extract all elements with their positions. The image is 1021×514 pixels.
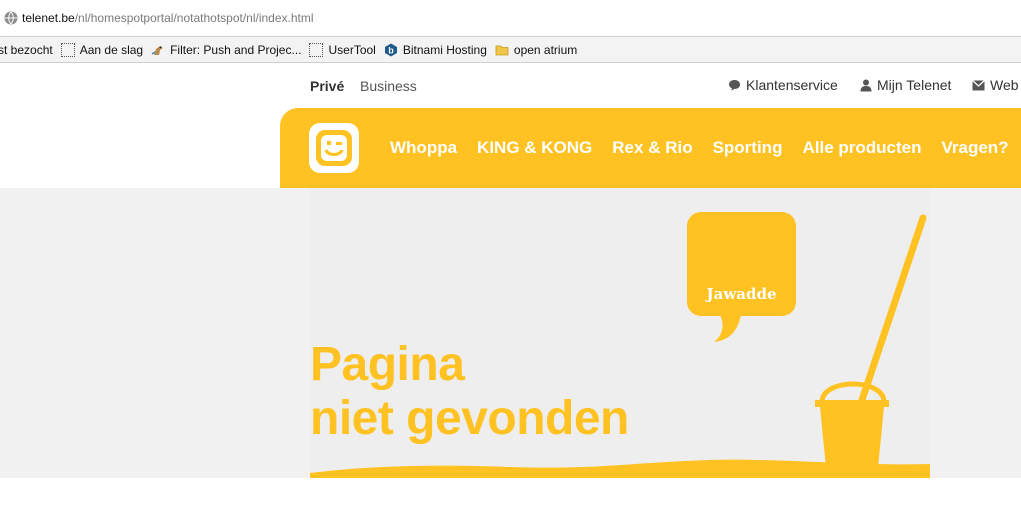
- user-icon: [860, 79, 872, 91]
- hero-panel: Jawadde Pagina niet gevonden: [310, 188, 930, 478]
- bookmark-most-visited[interactable]: st bezocht: [0, 43, 53, 57]
- nav-king-kong[interactable]: KING & KONG: [477, 138, 592, 158]
- svg-text:b: b: [388, 45, 394, 55]
- chat-bubble-icon: [729, 80, 740, 91]
- address-bar: telenet.be/nl/homespotportal/notathotspo…: [0, 0, 1021, 37]
- bitnami-icon: b: [384, 43, 397, 56]
- top-nav: Privé Business Klantenservice Mijn Telen…: [0, 63, 1021, 108]
- nav-rex-rio[interactable]: Rex & Rio: [612, 138, 692, 158]
- bookmark-usertool[interactable]: UserTool: [309, 42, 376, 57]
- mail-icon: [972, 79, 985, 90]
- webmail-label: Web: [990, 77, 1019, 93]
- main-nav-links: Whoppa KING & KONG Rex & Rio Sporting Al…: [390, 138, 1021, 158]
- klantenservice-label: Klantenservice: [746, 77, 838, 93]
- mijn-telenet-label: Mijn Telenet: [877, 77, 952, 93]
- mijn-telenet-link[interactable]: Mijn Telenet: [860, 77, 951, 93]
- dotted-page-icon: [309, 42, 324, 57]
- winking-face-logo-icon: [316, 130, 352, 166]
- url-host: telenet.be: [22, 11, 75, 25]
- nav-sporting[interactable]: Sporting: [713, 138, 783, 158]
- nav-whoppa[interactable]: Whoppa: [390, 138, 457, 158]
- bookmark-aan-de-slag[interactable]: Aan de slag: [60, 42, 144, 57]
- bookmark-bitnami[interactable]: b Bitnami Hosting: [384, 43, 487, 57]
- telenet-logo[interactable]: [309, 123, 359, 173]
- url-path: /nl/homespotportal/notathotspot/nl/index…: [74, 11, 314, 25]
- page-title: Pagina niet gevonden: [310, 338, 629, 446]
- folder-icon: [495, 45, 509, 55]
- bookmark-label: Filter: Push and Projec...: [170, 42, 302, 57]
- bookmarks-bar: st bezocht Aan de slag Filter: Push and …: [0, 37, 1021, 63]
- page-title-line2: niet gevonden: [310, 392, 629, 445]
- webmail-link[interactable]: Web: [972, 77, 1019, 93]
- nav-alle-producten[interactable]: Alle producten: [802, 138, 921, 158]
- bookmark-label: st bezocht: [0, 42, 53, 57]
- globe-icon: [4, 11, 18, 25]
- nav-vragen[interactable]: Vragen?: [941, 138, 1008, 158]
- bookmark-label: Bitnami Hosting: [402, 42, 487, 57]
- dotted-page-icon: [60, 42, 75, 57]
- segment-prive[interactable]: Privé: [310, 78, 344, 94]
- bird-icon: [151, 45, 164, 55]
- bookmark-label: Aan de slag: [79, 42, 144, 57]
- bookmark-label: open atrium: [513, 42, 578, 57]
- bookmark-open-atrium[interactable]: open atrium: [495, 43, 577, 57]
- segment-business[interactable]: Business: [360, 78, 417, 94]
- main-nav: Whoppa KING & KONG Rex & Rio Sporting Al…: [280, 108, 1021, 188]
- speech-bubble: Jawadde: [687, 212, 796, 316]
- bookmark-label: UserTool: [328, 42, 376, 57]
- speech-bubble-tail-icon: [714, 308, 742, 342]
- speech-bubble-text: Jawadde: [706, 285, 777, 303]
- bookmark-filter[interactable]: Filter: Push and Projec...: [151, 43, 301, 57]
- page-bottom: [0, 478, 1021, 514]
- url-field[interactable]: telenet.be/nl/homespotportal/notathotspo…: [0, 6, 1021, 30]
- page-title-line1: Pagina: [310, 338, 465, 391]
- klantenservice-link[interactable]: Klantenservice: [728, 77, 838, 93]
